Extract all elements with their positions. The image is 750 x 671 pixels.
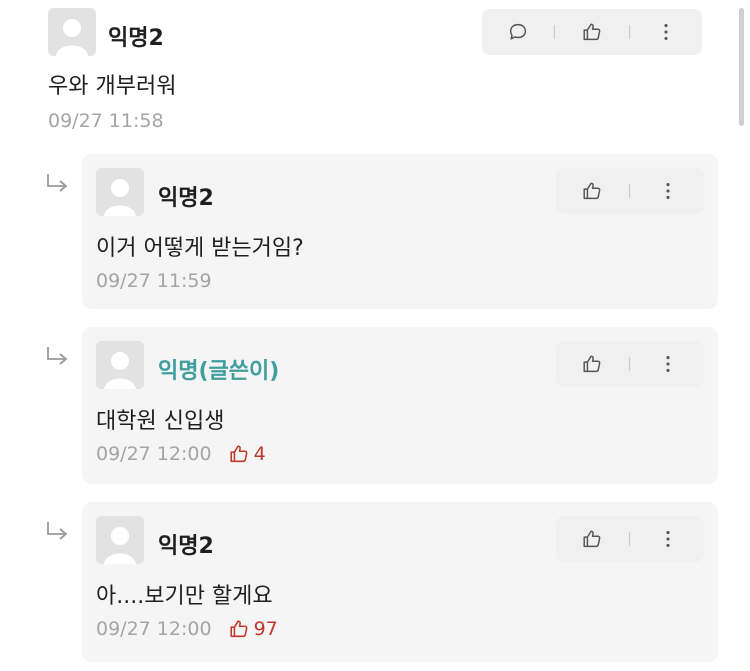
comment-reply-button[interactable] <box>503 17 533 47</box>
reply-author: 익명2 <box>158 186 214 211</box>
default-avatar-icon <box>48 8 96 56</box>
reply-actions <box>556 341 704 387</box>
reply-text: 대학원 신입생 <box>96 409 225 434</box>
timestamp: 09/27 11:59 <box>96 270 212 292</box>
default-avatar-icon <box>96 341 144 389</box>
reply-meta: 09/27 12:00 97 <box>96 618 278 640</box>
like-count: 97 <box>228 618 278 640</box>
avatar <box>48 8 96 56</box>
comment-more-button[interactable] <box>651 17 681 47</box>
comment-thread: 익명2 우와 개부러워 09/27 11:58 익명2 이거 어떻게 받는거임?… <box>0 0 750 671</box>
like-count: 4 <box>228 443 266 465</box>
more-vertical-icon <box>664 24 668 40</box>
reply-arrow-icon <box>47 522 68 540</box>
scrollbar[interactable] <box>739 8 744 126</box>
reply-more-button[interactable] <box>653 176 683 206</box>
reply-card: 익명(글쓴이) 대학원 신입생 09/27 12:00 4 <box>82 327 718 484</box>
avatar <box>96 516 144 564</box>
reply-more-button[interactable] <box>653 524 683 554</box>
timestamp: 09/27 11:58 <box>48 110 164 132</box>
separator <box>629 184 631 198</box>
default-avatar-icon <box>96 516 144 564</box>
speech-bubble-icon <box>509 23 526 40</box>
thumbs-up-icon <box>583 355 601 373</box>
reply-card: 익명2 아....보기만 할게요 09/27 12:00 97 <box>82 502 718 662</box>
reply-card: 익명2 이거 어떻게 받는거임? 09/27 11:59 <box>82 154 718 309</box>
comment-text: 우와 개부러워 <box>48 74 177 99</box>
reply-arrow-icon <box>47 347 68 365</box>
separator <box>628 25 630 39</box>
comment-author: 익명2 <box>108 26 164 51</box>
like-count-value: 97 <box>253 618 278 640</box>
reply-author: 익명2 <box>158 534 214 559</box>
avatar <box>96 341 144 389</box>
reply-like-button[interactable] <box>577 524 607 554</box>
timestamp: 09/27 12:00 <box>96 618 212 640</box>
more-vertical-icon <box>666 183 670 199</box>
more-vertical-icon <box>666 531 670 547</box>
reply-arrow-icon <box>47 174 68 192</box>
separator <box>629 532 631 546</box>
comment-like-button[interactable] <box>577 17 607 47</box>
comment-actions <box>482 9 702 55</box>
reply-like-button[interactable] <box>577 349 607 379</box>
separator <box>629 357 631 371</box>
like-count-value: 4 <box>253 443 266 465</box>
thumbs-up-icon <box>229 620 248 638</box>
reply-text: 이거 어떻게 받는거임? <box>96 236 304 261</box>
timestamp: 09/27 12:00 <box>96 443 212 465</box>
avatar <box>96 168 144 216</box>
more-vertical-icon <box>666 356 670 372</box>
reply-actions <box>556 168 704 214</box>
reply-text: 아....보기만 할게요 <box>96 584 273 609</box>
separator <box>554 25 556 39</box>
reply-meta: 09/27 12:00 4 <box>96 443 266 465</box>
reply-meta: 09/27 11:59 <box>96 270 212 292</box>
thumbs-up-icon <box>583 182 601 200</box>
reply-like-button[interactable] <box>577 176 607 206</box>
default-avatar-icon <box>96 168 144 216</box>
reply-more-button[interactable] <box>653 349 683 379</box>
thumbs-up-icon <box>583 530 601 548</box>
thumbs-up-icon <box>583 23 601 41</box>
comment-time: 09/27 11:58 <box>48 110 164 132</box>
reply-actions <box>556 516 704 562</box>
reply-author-op: 익명(글쓴이) <box>158 359 280 384</box>
thumbs-up-icon <box>229 445 248 463</box>
